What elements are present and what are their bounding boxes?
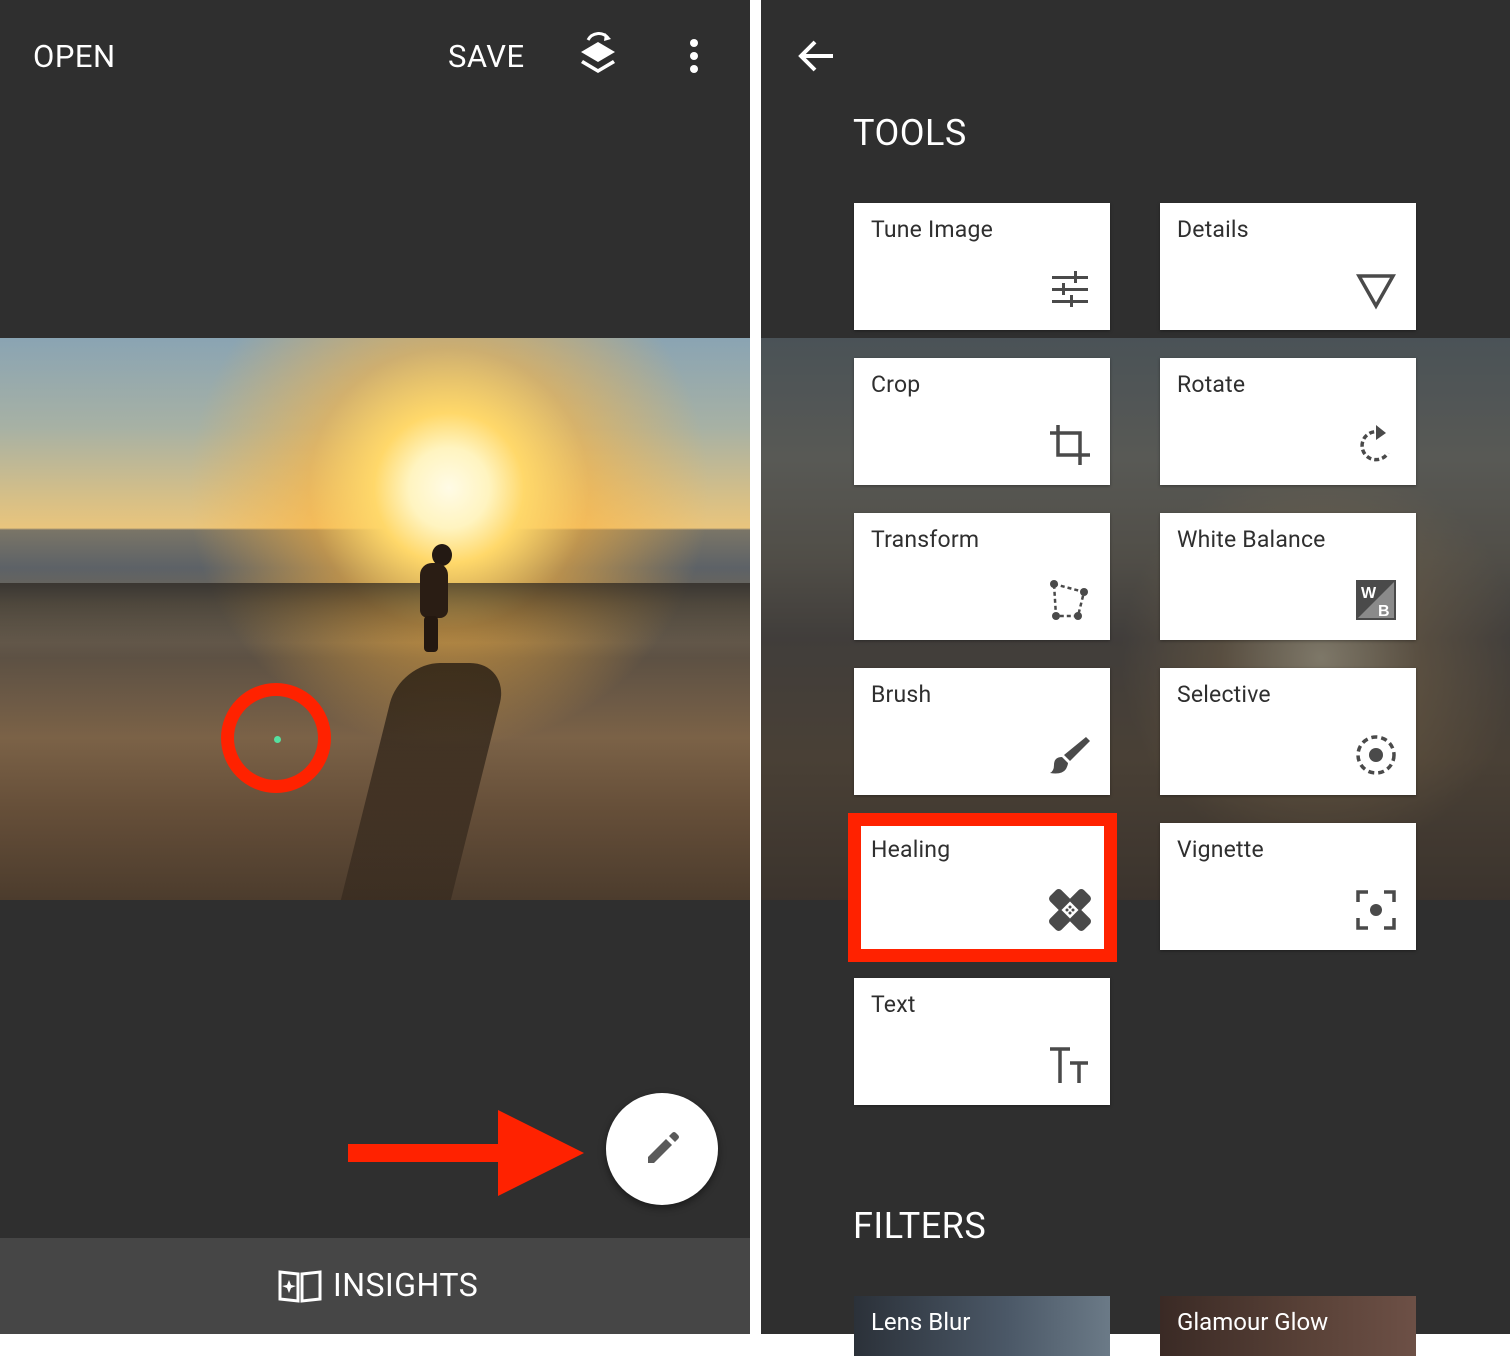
tool-label: Tune Image bbox=[871, 216, 993, 243]
photo-child-shadow bbox=[340, 663, 510, 900]
spot-dot bbox=[274, 736, 281, 743]
insights-book-icon[interactable] bbox=[277, 1268, 323, 1304]
healing-highlight-box bbox=[848, 813, 1117, 962]
filter-card-lens-blur[interactable]: Lens Blur bbox=[854, 1296, 1110, 1356]
save-button[interactable]: SAVE bbox=[448, 38, 525, 75]
filters-heading: FILTERS bbox=[853, 1205, 987, 1247]
brush-icon bbox=[1050, 737, 1090, 774]
tool-card-vignette[interactable]: Vignette bbox=[1160, 823, 1416, 950]
tools-heading: TOOLS bbox=[853, 112, 967, 154]
tool-label: Rotate bbox=[1177, 371, 1246, 398]
tool-card-white-balance[interactable]: White Balance W B bbox=[1160, 513, 1416, 640]
open-button[interactable]: OPEN bbox=[33, 38, 116, 75]
stack-undo-icon[interactable] bbox=[575, 30, 621, 82]
tool-label: Text bbox=[871, 991, 916, 1018]
white-balance-icon: W B bbox=[1356, 580, 1396, 620]
pencil-icon bbox=[648, 1132, 679, 1163]
photo-preview[interactable] bbox=[0, 338, 750, 900]
more-vert-icon[interactable] bbox=[685, 38, 703, 78]
tool-card-crop[interactable]: Crop bbox=[854, 358, 1110, 485]
photo-shoreline bbox=[0, 583, 750, 643]
svg-text:W: W bbox=[1361, 585, 1377, 602]
tool-card-selective[interactable]: Selective bbox=[1160, 668, 1416, 795]
tool-card-transform[interactable]: Transform bbox=[854, 513, 1110, 640]
tool-label: Transform bbox=[871, 526, 980, 553]
vignette-focus-icon bbox=[1356, 890, 1396, 930]
rotate-icon bbox=[1360, 425, 1390, 462]
pointer-arrow-head bbox=[498, 1110, 584, 1196]
tool-card-details[interactable]: Details bbox=[1160, 203, 1416, 330]
tool-card-brush[interactable]: Brush bbox=[854, 668, 1110, 795]
insights-button[interactable]: INSIGHTS bbox=[333, 1266, 478, 1304]
filter-label: Lens Blur bbox=[871, 1308, 971, 1336]
tool-label: Crop bbox=[871, 371, 921, 398]
tune-sliders-icon bbox=[1052, 271, 1088, 307]
tools-screen: TOOLS FILTERS bbox=[761, 0, 1510, 1334]
tool-label: Vignette bbox=[1177, 836, 1264, 863]
triangle-down-icon bbox=[1355, 274, 1397, 310]
tool-label: Details bbox=[1177, 216, 1249, 243]
tool-card-rotate[interactable]: Rotate bbox=[1160, 358, 1416, 485]
tool-label: White Balance bbox=[1177, 526, 1326, 553]
transform-perspective-icon bbox=[1050, 580, 1088, 620]
photo-child-legs bbox=[424, 616, 438, 652]
tool-card-text[interactable]: Text bbox=[854, 978, 1110, 1105]
filter-label: Glamour Glow bbox=[1177, 1308, 1329, 1336]
photo-child-body bbox=[420, 563, 448, 618]
selective-target-icon bbox=[1356, 735, 1396, 775]
tool-card-tune-image[interactable]: Tune Image bbox=[854, 203, 1110, 330]
pointer-arrow-shaft bbox=[348, 1144, 508, 1162]
crop-icon bbox=[1050, 425, 1090, 465]
text-size-icon bbox=[1050, 1047, 1088, 1083]
tool-label: Brush bbox=[871, 681, 932, 708]
svg-text:B: B bbox=[1378, 603, 1390, 620]
edit-fab-button[interactable] bbox=[606, 1093, 718, 1205]
editor-screen: OPEN SAVE INSIGHTS bbox=[0, 0, 750, 1334]
filter-card-glamour-glow[interactable]: Glamour Glow bbox=[1160, 1296, 1416, 1356]
tool-label: Selective bbox=[1177, 681, 1271, 708]
arrow-back-icon[interactable] bbox=[797, 38, 837, 74]
